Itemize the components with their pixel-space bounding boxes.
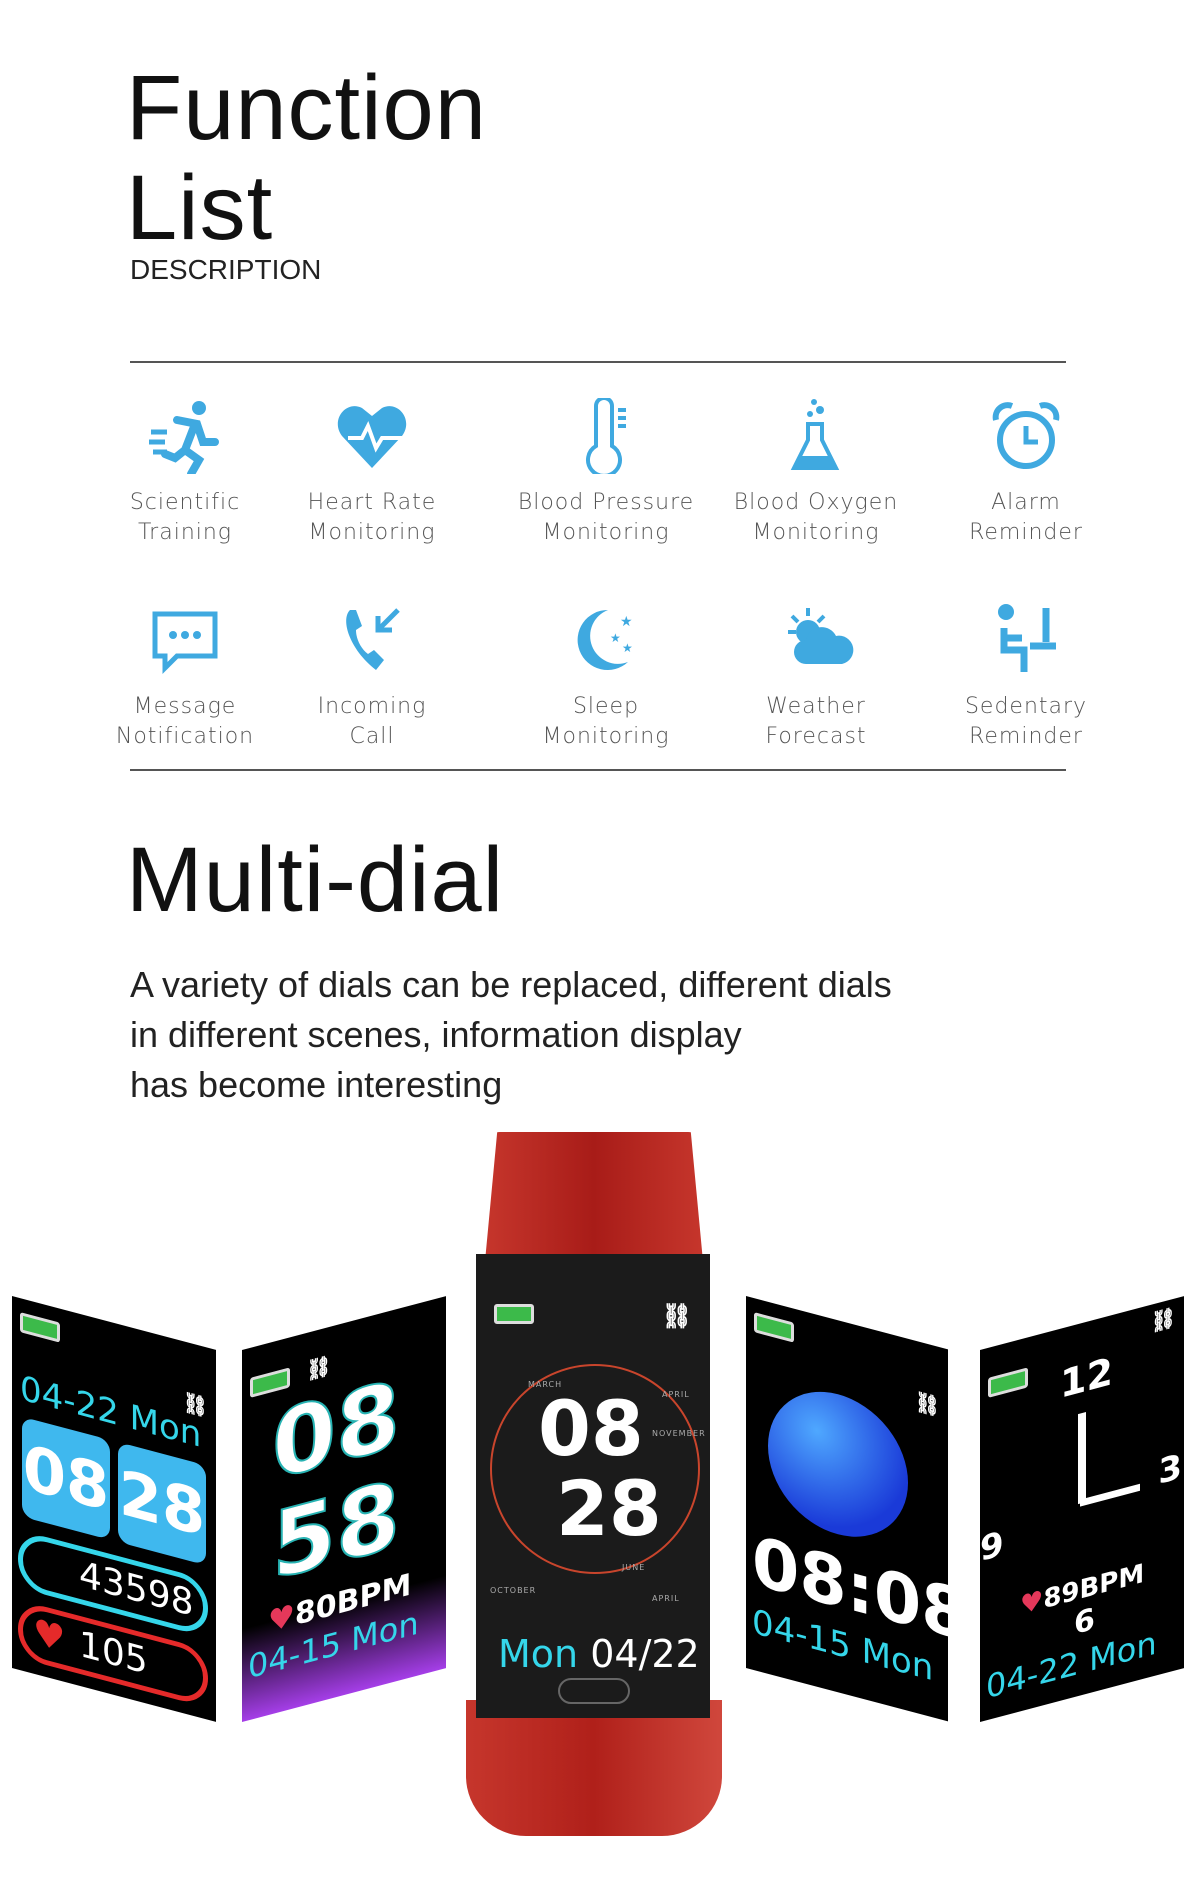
planet-icon [768, 1375, 908, 1553]
feature-incoming: Incoming Call [272, 602, 472, 752]
feature-label-line: Forecast [765, 724, 867, 749]
description-label: DESCRIPTION [130, 254, 322, 285]
feature-blood-oxygen: Blood Oxygen Monitoring [716, 398, 916, 548]
hour-12: 12 [1060, 1348, 1113, 1407]
hour: 08 [22, 1416, 110, 1540]
feature-label-line: Monitoring [752, 520, 880, 545]
thermometer-icon [586, 398, 626, 474]
heart-value: 105 [79, 1623, 148, 1683]
feature-label-line: Monitoring [542, 520, 670, 545]
divider [130, 769, 1066, 771]
moon-stars-icon: ★★★ [577, 609, 633, 670]
battery-icon [20, 1312, 60, 1343]
date: 04/22 [590, 1632, 700, 1676]
desc-line: A variety of dials can be replaced, diff… [130, 964, 892, 1005]
feature-label-line: Scientific [129, 490, 241, 515]
multi-dial-title: Multi-dial [126, 829, 505, 931]
dial-panel-4: ⛓ 08:08 04-15 Mon [746, 1296, 948, 1722]
month-label: OCTOBER [490, 1586, 537, 1595]
desc-line: in different scenes, information display [130, 1014, 742, 1055]
feature-alarm: Alarm Reminder [926, 398, 1126, 548]
link-icon: ⛓ [661, 1302, 692, 1330]
feature-message: Message Notification [85, 602, 285, 752]
minute-hand [1080, 1483, 1140, 1507]
feature-label-line: Message [133, 694, 237, 719]
dial-panel-2: ⛓ 08 58 ♥80BPM 04-15 Mon [242, 1296, 446, 1722]
hour-9: 9 [980, 1523, 1004, 1570]
svg-text:★: ★ [620, 614, 633, 630]
day: Mon [498, 1632, 579, 1676]
month-label: NOVEMBER [652, 1429, 706, 1438]
desc-line: has become interesting [130, 1064, 503, 1105]
feature-label-line: Weather [766, 694, 866, 719]
watch-strap-bottom [466, 1700, 722, 1836]
title-line: List [126, 157, 274, 259]
watch-strap-top [484, 1132, 704, 1272]
feature-label-line: Heart Rate [307, 490, 437, 515]
feature-label-line: Sedentary [964, 694, 1088, 719]
feature-weather: Weather Forecast [716, 602, 916, 752]
message-icon [152, 611, 218, 675]
heart-icon: ♥ [1020, 1585, 1044, 1622]
watch-screen-center: ⛓ MARCH APRIL NOVEMBER JUNE OCTOBER APRI… [476, 1254, 710, 1718]
incoming-call-icon [346, 608, 400, 670]
minute: 28 [556, 1464, 662, 1553]
date: 04-22 Mon [986, 1623, 1157, 1707]
feature-label-line: Call [349, 724, 395, 749]
month-label: APRIL [662, 1390, 690, 1399]
steps-value: 43598 [79, 1553, 194, 1625]
feature-label-line: Reminder [969, 724, 1083, 749]
feature-label-line: Notification [115, 724, 255, 749]
home-button[interactable] [558, 1678, 630, 1704]
weather-icon [788, 608, 854, 664]
link-icon: ⛓ [914, 1388, 940, 1420]
feature-label-line: Monitoring [308, 520, 436, 545]
running-icon [149, 401, 219, 474]
flask-icon [790, 399, 840, 470]
feature-label-line: Sleep [572, 694, 640, 719]
function-title: Function List [126, 58, 487, 258]
month-label: APRIL [652, 1594, 680, 1603]
divider [130, 361, 1066, 363]
hour: 08 [538, 1384, 644, 1473]
dial-panel-5: ⛓ 12 3 9 ♥89BPM 6 04-22 Mon [980, 1296, 1184, 1722]
alarm-clock-icon [992, 402, 1060, 469]
feature-label-line: Reminder [969, 520, 1083, 545]
title-line: Function [126, 57, 487, 159]
sedentary-icon [998, 604, 1056, 672]
link-icon: ⛓ [1150, 1304, 1176, 1335]
month-label: JUNE [622, 1563, 646, 1572]
svg-text:★: ★ [622, 641, 633, 655]
feature-sedentary: Sedentary Reminder [926, 602, 1126, 752]
feature-sleep: ★ ★ ★ Sleep Monitoring [506, 602, 706, 752]
feature-label-line: Training [137, 520, 233, 545]
feature-label-line: Incoming [317, 694, 427, 719]
feature-label-line: Alarm [991, 490, 1061, 515]
feature-label-line: Monitoring [542, 724, 670, 749]
feature-blood-pressure: Blood Pressure Monitoring [506, 398, 706, 548]
dial-panel-1: ⛓ 04-22 Mon 08 28 43598 ♥ 105 [12, 1296, 216, 1722]
battery-icon [494, 1304, 534, 1324]
battery-icon [754, 1312, 794, 1343]
heart-icon: ♥ [33, 1611, 66, 1662]
feature-heart-rate: Heart Rate Monitoring [272, 398, 472, 548]
feature-scientific: Scientific Training [85, 398, 285, 548]
multi-dial-description: A variety of dials can be replaced, diff… [130, 960, 930, 1110]
battery-icon [988, 1367, 1028, 1398]
minute: 28 [118, 1442, 206, 1566]
feature-label-line: Blood Oxygen [733, 490, 899, 515]
hour-3: 3 [1158, 1446, 1182, 1493]
heart-icon: ♥ [268, 1598, 295, 1641]
feature-label-line: Blood Pressure [517, 490, 695, 515]
svg-text:★: ★ [610, 631, 621, 645]
hour-6: 6 [1074, 1601, 1095, 1643]
heart-rate-icon [337, 406, 408, 468]
hour-hand [1078, 1411, 1086, 1505]
